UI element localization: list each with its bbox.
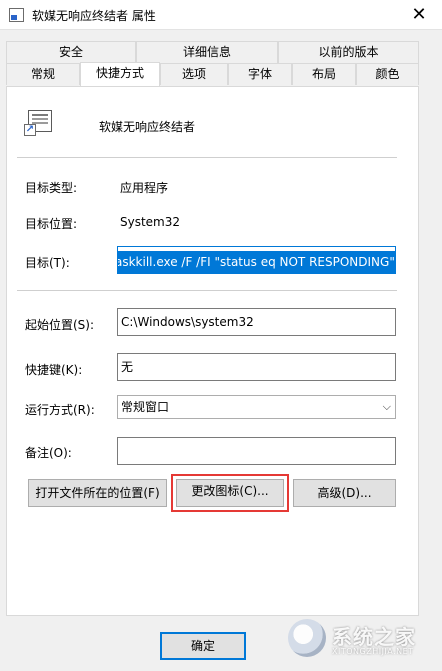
tab-font[interactable]: 字体 <box>228 63 292 85</box>
divider <box>17 157 397 158</box>
open-file-location-button[interactable]: 打开文件所在的位置(F) <box>28 479 167 507</box>
watermark-logo-icon <box>288 619 326 657</box>
watermark: 系统之家 XITONGZHIJIA.NET <box>288 617 436 661</box>
shortcut-name: 软媒无响应终结者 <box>99 120 196 134</box>
run-select-value: 常规窗口 <box>121 400 170 414</box>
run-select[interactable]: 常规窗口 ⌵ <box>117 395 396 419</box>
target-input[interactable]: askkill.exe /F /FI "status eq NOT RESPON… <box>117 246 396 274</box>
tab-colors[interactable]: 颜色 <box>356 63 419 85</box>
tab-shortcut[interactable]: 快捷方式 <box>80 62 160 86</box>
tab-security[interactable]: 安全 <box>6 41 136 63</box>
target-label: 目标(T): <box>25 256 70 270</box>
watermark-site: XITONGZHIJIA.NET <box>332 647 414 656</box>
tab-row-top: 安全 详细信息 以前的版本 <box>6 41 419 63</box>
tab-general[interactable]: 常规 <box>6 63 80 85</box>
change-icon-highlight: 更改图标(C)... <box>171 474 289 512</box>
change-icon-button[interactable]: 更改图标(C)... <box>176 479 284 507</box>
tab-previous-versions[interactable]: 以前的版本 <box>278 41 419 63</box>
target-location-value: System32 <box>120 215 181 229</box>
divider <box>17 290 397 291</box>
target-location-label: 目标位置: <box>25 217 78 231</box>
tab-options[interactable]: 选项 <box>160 63 228 85</box>
title-bar[interactable]: 软媒无响应终结者 属性 ✕ <box>0 0 442 30</box>
window-title: 软媒无响应终结者 属性 <box>32 9 156 23</box>
shortcut-window-icon <box>9 8 24 22</box>
target-selected-text: askkill.exe /F /FI "status eq NOT RESPON… <box>118 251 395 273</box>
watermark-brand: 系统之家 <box>332 625 416 649</box>
comment-input[interactable] <box>117 437 396 465</box>
target-type-value: 应用程序 <box>120 181 169 195</box>
shortcut-arrow-icon: ↗ <box>24 124 36 136</box>
start-in-label: 起始位置(S): <box>25 318 95 332</box>
advanced-button[interactable]: 高级(D)... <box>293 479 396 507</box>
hotkey-label: 快捷键(K): <box>25 363 83 377</box>
tab-details[interactable]: 详细信息 <box>136 41 278 63</box>
hotkey-input[interactable]: 无 <box>117 353 396 381</box>
run-label: 运行方式(R): <box>25 403 95 417</box>
comment-label: 备注(O): <box>25 446 72 460</box>
ok-button[interactable]: 确定 <box>160 632 246 660</box>
tab-row-bottom: 常规 快捷方式 选项 字体 布局 颜色 <box>6 62 419 86</box>
start-in-input[interactable]: C:\Windows\system32 <box>117 308 396 336</box>
shortcut-file-icon: ↗ <box>24 110 54 138</box>
shortcut-panel: ↗ 软媒无响应终结者 目标类型: 应用程序 目标位置: System32 目标(… <box>6 86 419 616</box>
target-type-label: 目标类型: <box>25 181 78 195</box>
close-button[interactable]: ✕ <box>396 0 442 30</box>
tab-layout[interactable]: 布局 <box>292 63 356 85</box>
chevron-down-icon: ⌵ <box>382 400 391 413</box>
